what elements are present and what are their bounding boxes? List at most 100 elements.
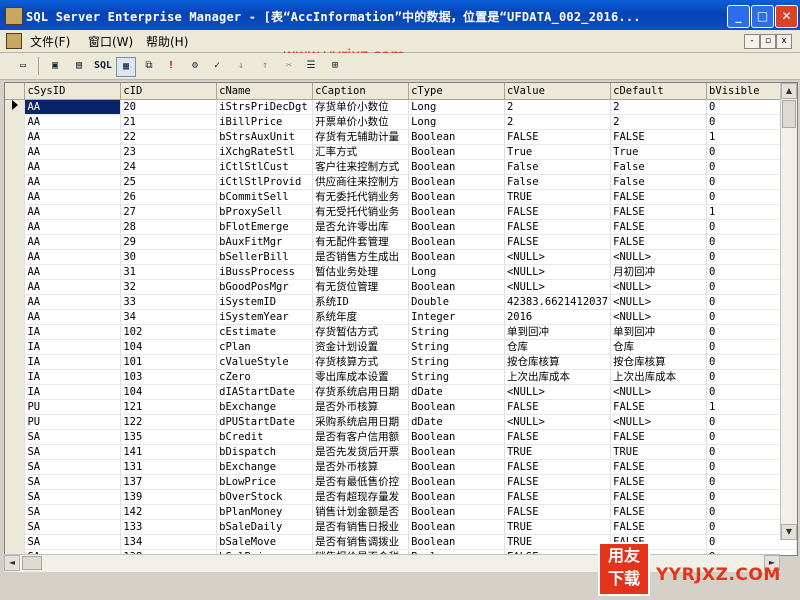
grid-cell-cid[interactable]: 131	[120, 459, 218, 475]
grid-cell-csysid[interactable]: AA	[24, 174, 122, 190]
grid-cell-cvalue[interactable]: 2	[504, 114, 612, 130]
grid-cell-ccaption[interactable]: 零出库成本设置	[312, 369, 410, 385]
grid-cell-ccaption[interactable]: 存货核算方式	[312, 354, 410, 370]
grid-cell-cvalue[interactable]: False	[504, 159, 612, 175]
grid-cell-cvalue[interactable]: FALSE	[504, 234, 612, 250]
grid-cell-ctype[interactable]: String	[408, 369, 505, 385]
grid-cell-ccaption[interactable]: 是否先发货后开票	[312, 444, 410, 460]
grid-cell-ccaption[interactable]: 是否有超现存量发	[312, 489, 410, 505]
grid-cell-cname[interactable]: bExchange	[216, 459, 314, 475]
grid-cell-cname[interactable]: bOverStock	[216, 489, 314, 505]
grid-cell-ccaption[interactable]: 资金计划设置	[312, 339, 410, 355]
grid-cell-ctype[interactable]: Boolean	[408, 429, 505, 445]
grid-cell-ccaption[interactable]: 暂估业务处理	[312, 264, 410, 280]
row-selector[interactable]	[5, 414, 26, 430]
change-query-type-icon[interactable]: ⧉	[140, 57, 158, 75]
grid-cell-csysid[interactable]: AA	[24, 99, 122, 115]
table-row[interactable]: AA 26 bCommitSell 有无委托代销业务 Boolean TRUE FALSE 0	[5, 189, 797, 205]
column-header[interactable]: cDefault	[610, 83, 708, 100]
menu-file[interactable]: 文件(F)	[30, 33, 70, 50]
grid-cell-cvalue[interactable]: FALSE	[504, 129, 612, 145]
grid-cell-cdefault[interactable]: 2	[610, 99, 708, 115]
grid-cell-ccaption[interactable]: 供应商往来控制方	[312, 174, 410, 190]
table-row[interactable]: AA 23 iXchgRateStl 汇率方式 Boolean True True 0	[5, 144, 797, 160]
grid-cell-cid[interactable]: 134	[120, 534, 218, 550]
vertical-scrollbar[interactable]: ▲ ▼	[780, 83, 797, 540]
grid-cell-ctype[interactable]: String	[408, 354, 505, 370]
row-selector[interactable]	[5, 504, 26, 520]
column-header[interactable]: cCaption	[312, 83, 410, 100]
grid-cell-cvalue[interactable]: TRUE	[504, 189, 612, 205]
table-row[interactable]: SA 135 bCredit 是否有客户信用额 Boolean FALSE FALSE 0	[5, 429, 797, 445]
grid-cell-cvalue[interactable]: False	[504, 174, 612, 190]
grid-cell-ctype[interactable]: Boolean	[408, 144, 505, 160]
scroll-left-button[interactable]: ◄	[4, 555, 20, 571]
grid-cell-ccaption[interactable]: 存货有无辅助计量	[312, 129, 410, 145]
row-selector[interactable]	[5, 234, 26, 250]
row-selector[interactable]	[5, 474, 26, 490]
table-row[interactable]: SA 142 bPlanMoney 销售计划金额是否 Boolean FALSE FALSE…	[5, 504, 797, 520]
minimize-button[interactable]: _	[727, 5, 750, 28]
grid-cell-cname[interactable]: iSystemYear	[216, 309, 314, 325]
table-row[interactable]: AA 24 iCtlStlCust 客户往来控制方式 Boolean False False…	[5, 159, 797, 175]
row-selector[interactable]	[5, 354, 26, 370]
grid-cell-cvalue[interactable]: FALSE	[504, 489, 612, 505]
grid-cell-cid[interactable]: 32	[120, 279, 218, 295]
grid-cell-ccaption[interactable]: 是否有客户信用额	[312, 429, 410, 445]
corner-cell[interactable]	[5, 83, 26, 100]
grid-cell-cname[interactable]: bGoodPosMgr	[216, 279, 314, 295]
grid-cell-cdefault[interactable]: FALSE	[610, 474, 708, 490]
row-selector[interactable]	[5, 114, 26, 130]
row-selector[interactable]	[5, 324, 26, 340]
grid-cell-cname[interactable]: cPlan	[216, 339, 314, 355]
grid-cell-cname[interactable]: bLowPrice	[216, 474, 314, 490]
grid-cell-cvalue[interactable]: <NULL>	[504, 249, 612, 265]
grid-cell-ctype[interactable]: String	[408, 339, 505, 355]
column-header[interactable]: cName	[216, 83, 314, 100]
grid-cell-csysid[interactable]: AA	[24, 204, 122, 220]
grid-cell-cdefault[interactable]: FALSE	[610, 459, 708, 475]
results-grid[interactable]: cSysID cID cName cCaption cType cValue c…	[4, 82, 798, 556]
grid-cell-cdefault[interactable]: FALSE	[610, 504, 708, 520]
column-header[interactable]: cType	[408, 83, 505, 100]
grid-cell-cvalue[interactable]: TRUE	[504, 534, 612, 550]
grid-cell-ctype[interactable]: Long	[408, 114, 505, 130]
grid-cell-csysid[interactable]: AA	[24, 114, 122, 130]
grid-cell-ccaption[interactable]: 有无配件套管理	[312, 234, 410, 250]
grid-cell-csysid[interactable]: AA	[24, 279, 122, 295]
row-selector[interactable]	[5, 459, 26, 475]
table-row[interactable]: IA 102 cEstimate 存货暂估方式 String 单到回冲 单到回冲 0	[5, 324, 797, 340]
grid-cell-cvalue[interactable]: 仓库	[504, 339, 612, 355]
table-row[interactable]: AA 33 iSystemID 系统ID Double 42383.6621412037 <…	[5, 294, 797, 310]
row-selector[interactable]	[5, 519, 26, 535]
grid-cell-ctype[interactable]: Boolean	[408, 444, 505, 460]
grid-cell-cname[interactable]: dIAStartDate	[216, 384, 314, 400]
grid-cell-csysid[interactable]: SA	[24, 444, 122, 460]
column-header[interactable]: cID	[120, 83, 218, 100]
grid-cell-csysid[interactable]: IA	[24, 339, 122, 355]
grid-cell-csysid[interactable]: AA	[24, 294, 122, 310]
grid-cell-cname[interactable]: bCommitSell	[216, 189, 314, 205]
grid-cell-ctype[interactable]: dDate	[408, 414, 505, 430]
grid-cell-cdefault[interactable]: FALSE	[610, 234, 708, 250]
grid-cell-ccaption[interactable]: 客户往来控制方式	[312, 159, 410, 175]
row-selector[interactable]	[5, 159, 26, 175]
grid-cell-cdefault[interactable]: FALSE	[610, 399, 708, 415]
grid-cell-ccaption[interactable]: 采购系统启用日期	[312, 414, 410, 430]
mdi-restore-button[interactable]: ▫	[760, 34, 776, 49]
grid-cell-cname[interactable]: bFlotEmerge	[216, 219, 314, 235]
grid-cell-csysid[interactable]: IA	[24, 369, 122, 385]
row-selector[interactable]	[5, 444, 26, 460]
table-row[interactable]: AA 28 bFlotEmerge 是否允许零出库 Boolean FALSE FALSE 0	[5, 219, 797, 235]
grid-cell-cdefault[interactable]: 月初回冲	[610, 264, 708, 280]
grid-cell-cid[interactable]: 29	[120, 234, 218, 250]
row-selector[interactable]	[5, 384, 26, 400]
grid-cell-cvalue[interactable]: 2016	[504, 309, 612, 325]
grid-cell-cname[interactable]: bProxySell	[216, 204, 314, 220]
grid-cell-cvalue[interactable]: 2	[504, 99, 612, 115]
grid-cell-ccaption[interactable]: 存货暂估方式	[312, 324, 410, 340]
run-icon[interactable]: !	[162, 57, 180, 75]
grid-cell-csysid[interactable]: AA	[24, 144, 122, 160]
grid-cell-cdefault[interactable]: True	[610, 144, 708, 160]
grid-cell-cdefault[interactable]: 上次出库成本	[610, 369, 708, 385]
